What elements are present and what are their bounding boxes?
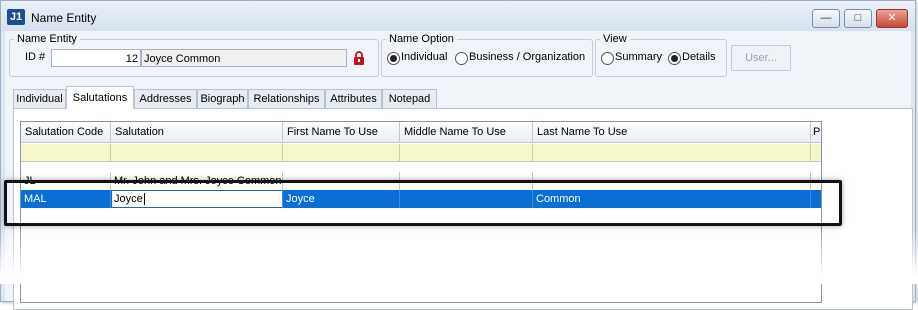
filter-cell-first-name[interactable]: [283, 144, 400, 162]
business-organization-radio[interactable]: [455, 52, 468, 65]
column-header-pr[interactable]: Pr: [811, 122, 821, 142]
filter-cell-last-name[interactable]: [533, 144, 811, 162]
individual-radio-label[interactable]: Individual: [401, 51, 447, 63]
name-display-field: Joyce Common: [141, 49, 347, 67]
grid-filter-row: [21, 144, 821, 162]
tab-biograph[interactable]: Biograph: [197, 89, 248, 108]
minimize-icon: —: [820, 12, 832, 24]
details-radio[interactable]: [668, 52, 681, 65]
filter-cell-middle-name[interactable]: [400, 144, 533, 162]
maximize-button[interactable]: □: [844, 9, 872, 28]
maximize-icon: □: [854, 12, 862, 24]
tab-notepad[interactable]: Notepad: [382, 89, 437, 108]
close-button[interactable]: ✕: [876, 9, 908, 28]
column-header-middle-name-to-use[interactable]: Middle Name To Use: [400, 122, 533, 142]
view-group-label: View: [603, 33, 627, 45]
filter-cell-pr[interactable]: [811, 144, 821, 162]
name-entity-group-label: Name Entity: [17, 33, 77, 45]
column-header-first-name-to-use[interactable]: First Name To Use: [283, 122, 400, 142]
id-label: ID #: [25, 51, 46, 63]
id-input[interactable]: 12: [51, 49, 141, 67]
filter-cell-salutation[interactable]: [111, 144, 283, 162]
name-option-group-label: Name Option: [389, 33, 454, 45]
title-bar[interactable]: J1 Name Entity — □ ✕: [1, 1, 915, 31]
details-radio-label[interactable]: Details: [682, 51, 716, 63]
individual-radio[interactable]: [387, 52, 400, 65]
minimize-button[interactable]: —: [812, 9, 840, 28]
summary-radio-label[interactable]: Summary: [615, 51, 662, 63]
app-icon: J1: [7, 9, 25, 25]
column-header-salutation-code[interactable]: Salutation Code: [21, 122, 111, 142]
window-title: Name Entity: [31, 11, 97, 25]
column-header-salutation[interactable]: Salutation: [111, 122, 283, 142]
tab-attributes[interactable]: Attributes: [325, 89, 382, 108]
bottom-fade: [0, 230, 918, 284]
summary-radio[interactable]: [601, 52, 614, 65]
grid-header-row: Salutation Code Salutation First Name To…: [21, 122, 821, 143]
tab-relationships[interactable]: Relationships: [248, 89, 325, 108]
column-header-last-name-to-use[interactable]: Last Name To Use: [533, 122, 811, 142]
user-button[interactable]: User...: [731, 45, 791, 71]
tab-addresses[interactable]: Addresses: [134, 89, 197, 108]
lock-icon[interactable]: [353, 51, 365, 65]
tab-salutations[interactable]: Salutations: [66, 86, 134, 109]
close-icon: ✕: [887, 12, 897, 24]
selected-row-callout: [4, 180, 842, 226]
filter-cell-salutation-code[interactable]: [21, 144, 111, 162]
tab-individual[interactable]: Individual: [13, 89, 66, 108]
business-organization-radio-label[interactable]: Business / Organization: [469, 51, 585, 63]
